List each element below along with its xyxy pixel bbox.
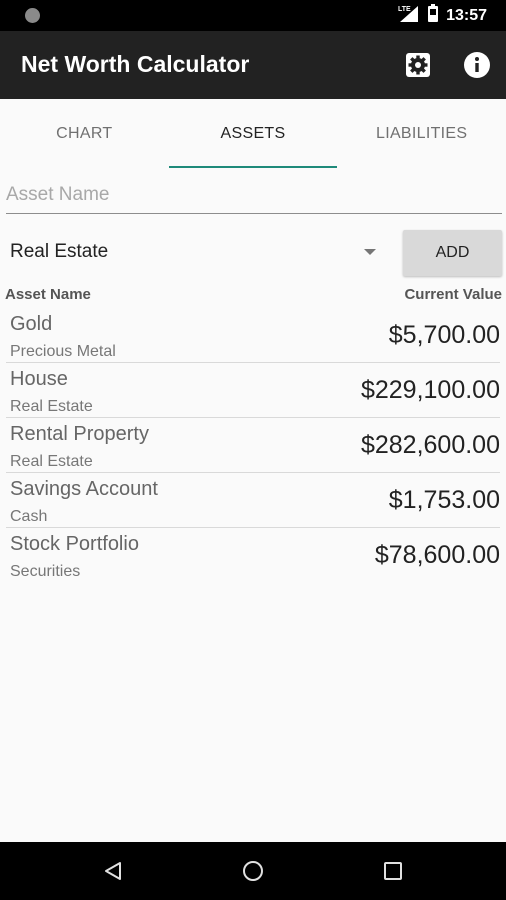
clock-time: 13:57 bbox=[446, 6, 487, 24]
category-dropdown[interactable]: Real Estate bbox=[10, 232, 382, 272]
asset-category: Real Estate bbox=[10, 453, 93, 470]
status-bar: LTE 13:57 bbox=[0, 0, 506, 31]
network-type-text: LTE bbox=[398, 6, 411, 13]
asset-name: Gold bbox=[10, 313, 53, 335]
tab-bar: CHART ASSETS LIABILITIES bbox=[0, 99, 506, 168]
tab-chart[interactable]: CHART bbox=[0, 99, 169, 168]
asset-name: Rental Property bbox=[10, 423, 149, 445]
asset-category: Real Estate bbox=[10, 398, 93, 415]
home-icon[interactable] bbox=[241, 859, 265, 883]
asset-value: $5,700.00 bbox=[388, 321, 500, 349]
status-icons: LTE 13:57 bbox=[396, 0, 487, 31]
column-header-current-value: Current Value bbox=[404, 286, 502, 303]
app-bar: Net Worth Calculator bbox=[0, 31, 506, 99]
navigation-bar bbox=[0, 842, 506, 900]
asset-name: House bbox=[10, 368, 68, 390]
category-selected-value: Real Estate bbox=[10, 241, 109, 262]
asset-category: Precious Metal bbox=[10, 343, 116, 360]
asset-value: $282,600.00 bbox=[360, 431, 500, 459]
asset-category: Cash bbox=[10, 508, 48, 525]
signal-lte-icon: LTE bbox=[396, 3, 420, 28]
asset-name: Stock Portfolio bbox=[10, 533, 139, 555]
list-item[interactable]: Stock Portfolio Securities $78,600.00 bbox=[6, 528, 500, 583]
info-icon[interactable] bbox=[463, 51, 491, 79]
asset-name: Savings Account bbox=[10, 478, 158, 500]
asset-category: Securities bbox=[10, 563, 81, 580]
recents-icon[interactable] bbox=[381, 859, 405, 883]
asset-list: Gold Precious Metal $5,700.00 House Real… bbox=[0, 308, 506, 583]
asset-name-input[interactable] bbox=[6, 180, 502, 214]
asset-value: $229,100.00 bbox=[360, 376, 500, 404]
asset-value: $78,600.00 bbox=[374, 541, 500, 569]
back-icon[interactable] bbox=[101, 859, 125, 883]
dropdown-arrow-icon bbox=[364, 249, 376, 255]
tab-liabilities[interactable]: LIABILITIES bbox=[337, 99, 506, 168]
tab-assets[interactable]: ASSETS bbox=[168, 99, 338, 168]
list-item[interactable]: Savings Account Cash $1,753.00 bbox=[6, 473, 500, 528]
list-item[interactable]: House Real Estate $229,100.00 bbox=[6, 363, 500, 418]
list-item[interactable]: Gold Precious Metal $5,700.00 bbox=[6, 308, 500, 363]
column-header-asset-name: Asset Name bbox=[5, 286, 91, 303]
settings-icon[interactable] bbox=[404, 51, 432, 79]
list-item[interactable]: Rental Property Real Estate $282,600.00 bbox=[6, 418, 500, 473]
battery-icon bbox=[427, 3, 439, 28]
app-title: Net Worth Calculator bbox=[21, 51, 250, 77]
asset-value: $1,753.00 bbox=[388, 486, 500, 514]
add-button[interactable]: ADD bbox=[403, 230, 502, 276]
notification-dot-icon bbox=[25, 8, 40, 23]
